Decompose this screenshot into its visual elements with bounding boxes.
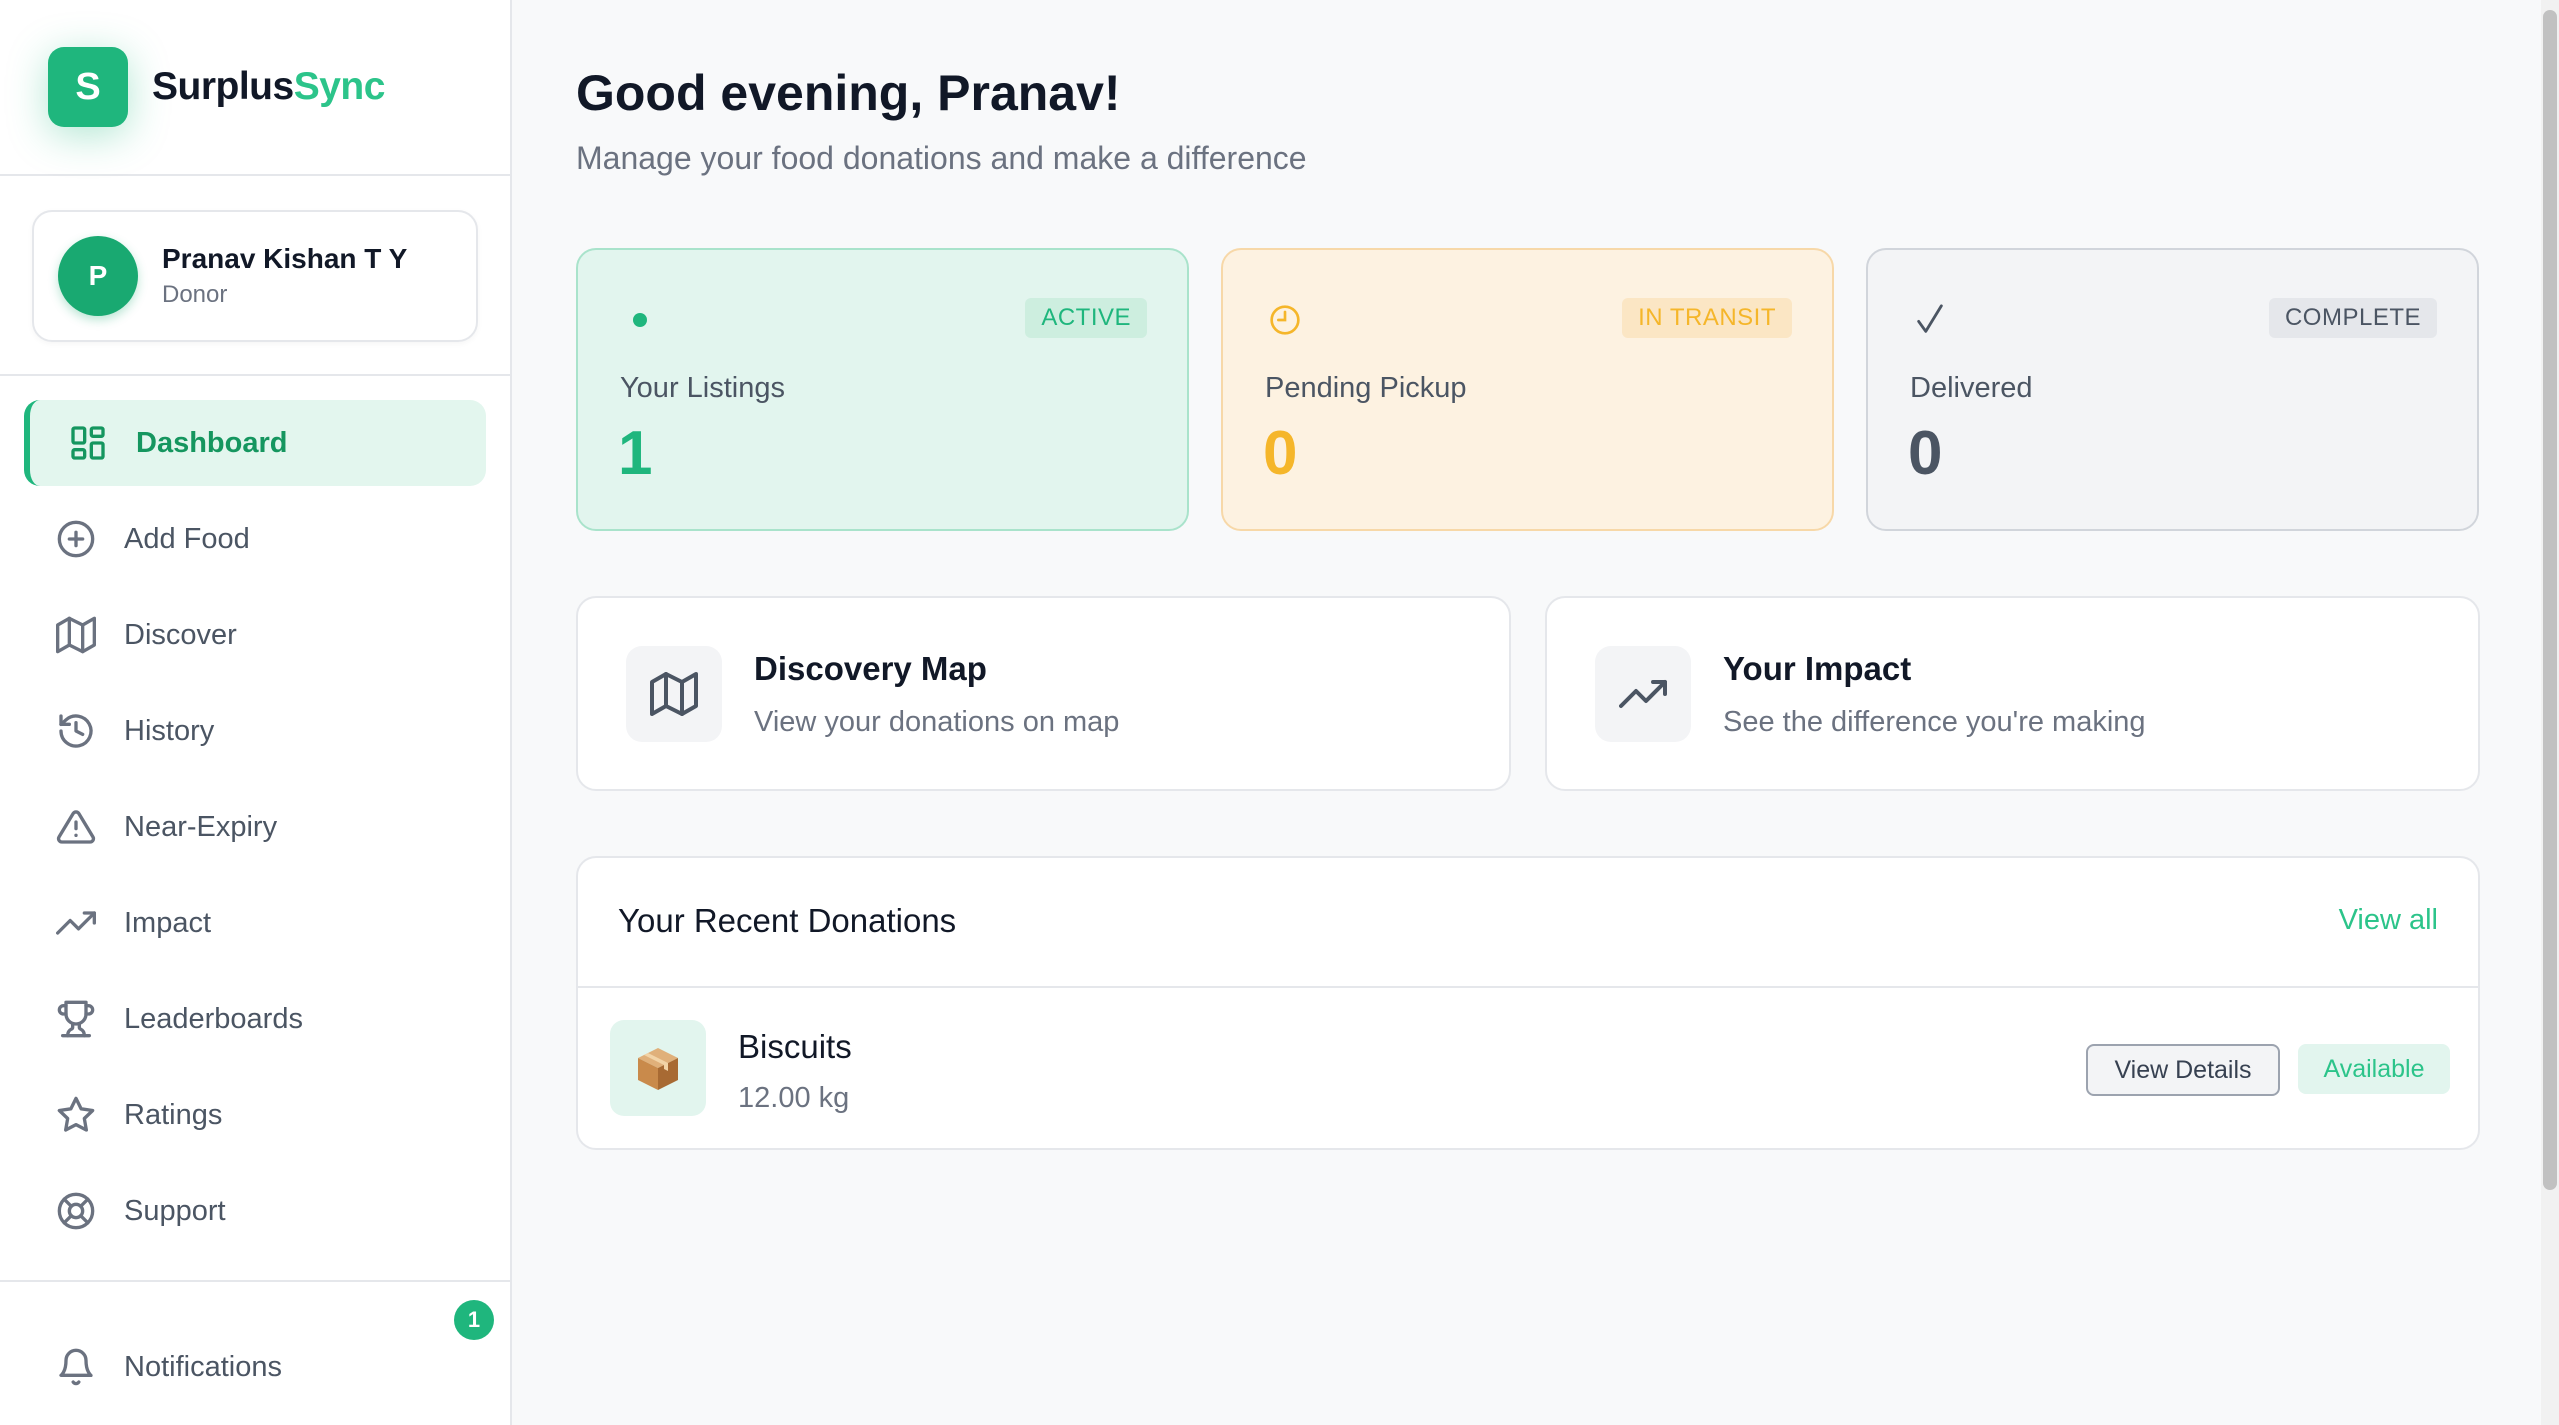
sidebar-item-history[interactable]: History <box>24 688 486 774</box>
clock-icon <box>1265 300 1305 340</box>
dashboard-icon <box>71 426 105 460</box>
brand-name-part2: Sync <box>293 65 386 108</box>
your-impact-card[interactable]: Your Impact See the difference you're ma… <box>1545 596 2480 791</box>
stat-label: Delivered <box>1910 372 2033 404</box>
sidebar-item-ratings[interactable]: Ratings <box>24 1072 486 1158</box>
user-card[interactable]: P Pranav Kishan T Y Donor <box>32 210 478 342</box>
package-icon <box>610 1020 706 1116</box>
map-icon <box>56 616 96 654</box>
sidebar-item-label: Support <box>124 1194 226 1227</box>
sidebar-item-label: Add Food <box>124 522 250 555</box>
scrollbar-thumb[interactable] <box>2543 10 2557 1190</box>
view-all-link[interactable]: View all <box>2339 904 2438 937</box>
star-icon <box>57 1096 95 1132</box>
status-badge: ACTIVE <box>1025 298 1147 338</box>
sidebar-item-label: Notifications <box>124 1350 282 1383</box>
sidebar-item-impact[interactable]: Impact <box>24 880 486 966</box>
stat-label: Your Listings <box>620 372 785 404</box>
sidebar-item-dashboard[interactable]: Dashboard <box>24 400 486 486</box>
brand[interactable]: S SurplusSync <box>0 0 510 176</box>
stat-label: Pending Pickup <box>1265 372 1467 404</box>
stat-card-listings[interactable]: ACTIVE Your Listings 1 <box>576 248 1189 531</box>
sidebar-item-label: Near-Expiry <box>124 810 278 843</box>
map-icon <box>626 646 722 742</box>
sidebar-item-leaderboards[interactable]: Leaderboards <box>24 976 486 1062</box>
feature-desc: View your donations on map <box>754 706 1120 738</box>
section-title: Your Recent Donations <box>618 902 957 939</box>
sidebar-item-label: History <box>124 714 215 747</box>
avatar: P <box>58 236 138 316</box>
feature-title: Discovery Map <box>754 650 987 687</box>
trending-up-icon <box>1595 646 1691 742</box>
sidebar-nav: Dashboard Add Food Discover History Near… <box>0 376 510 1254</box>
sidebar: S SurplusSync P Pranav Kishan T Y Donor … <box>0 0 512 1425</box>
warning-triangle-icon <box>56 810 96 844</box>
notification-count-badge: 1 <box>454 1300 494 1340</box>
plus-circle-icon <box>57 520 95 558</box>
status-badge: Available <box>2298 1044 2450 1094</box>
page-scrollbar[interactable] <box>2541 0 2559 1425</box>
sidebar-item-add-food[interactable]: Add Food <box>24 496 486 582</box>
feature-title: Your Impact <box>1723 650 1912 687</box>
feature-desc: See the difference you're making <box>1723 706 2146 738</box>
stat-card-pending[interactable]: IN TRANSIT Pending Pickup 0 <box>1221 248 1834 531</box>
sidebar-item-label: Ratings <box>124 1098 223 1131</box>
view-details-button[interactable]: View Details <box>2086 1044 2280 1096</box>
sidebar-item-near-expiry[interactable]: Near-Expiry <box>24 784 486 870</box>
user-role: Donor <box>162 281 228 308</box>
history-icon <box>59 714 93 748</box>
status-badge: IN TRANSIT <box>1622 298 1792 338</box>
donation-name: Biscuits <box>738 1028 852 1065</box>
sidebar-item-label: Discover <box>124 618 237 651</box>
stat-value: 0 <box>1263 419 1298 488</box>
bell-icon <box>59 1348 93 1386</box>
recent-donations-panel: Your Recent Donations View all Biscuits … <box>576 856 2480 1150</box>
lifebuoy-icon <box>57 1192 95 1230</box>
sidebar-item-notifications[interactable]: Notifications <box>24 1324 486 1410</box>
trophy-icon <box>57 1000 95 1038</box>
trending-up-icon <box>56 911 96 935</box>
list-item[interactable]: Biscuits 12.00 kg View Details Available <box>578 988 2478 1148</box>
user-name: Pranav Kishan T Y <box>162 243 408 274</box>
status-badge: COMPLETE <box>2268 298 2437 338</box>
sidebar-item-support[interactable]: Support <box>24 1168 486 1254</box>
check-icon <box>1910 300 1950 340</box>
stat-value: 1 <box>618 419 653 488</box>
discovery-map-card[interactable]: Discovery Map View your donations on map <box>576 596 1511 791</box>
donation-quantity: 12.00 kg <box>738 1082 850 1114</box>
sidebar-item-label: Impact <box>124 906 212 939</box>
stat-card-delivered[interactable]: COMPLETE Delivered 0 <box>1866 248 2479 531</box>
sidebar-item-discover[interactable]: Discover <box>24 592 486 678</box>
dot-icon <box>620 300 660 340</box>
brand-name-part1: Surplus <box>152 65 294 108</box>
sidebar-item-label: Leaderboards <box>124 1002 303 1035</box>
page-subtitle: Manage your food donations and make a di… <box>576 140 1307 176</box>
brand-logo: S <box>48 47 128 127</box>
sidebar-item-label: Dashboard <box>136 426 288 459</box>
page-title: Good evening, Pranav! <box>576 65 1121 121</box>
brand-name: SurplusSync <box>152 65 385 109</box>
stat-value: 0 <box>1908 419 1943 488</box>
